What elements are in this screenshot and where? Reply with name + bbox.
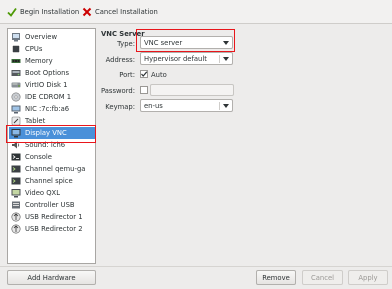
sidebar-item-memory[interactable]: Memory bbox=[9, 55, 95, 67]
combo-separator bbox=[219, 102, 220, 110]
sound-icon bbox=[12, 141, 20, 149]
video-icon bbox=[11, 189, 21, 198]
combo-separator bbox=[219, 55, 220, 63]
sidebar-item-label: Display VNC bbox=[25, 129, 67, 137]
sidebar-item-console[interactable]: Console bbox=[9, 151, 95, 163]
chevron-down-icon bbox=[223, 41, 229, 45]
sidebar-item-ide-cdrom[interactable]: IDE CDROM 1 bbox=[9, 91, 95, 103]
cancel-installation-button[interactable]: Cancel Installation bbox=[82, 5, 158, 19]
footer-divider bbox=[0, 266, 392, 267]
remove-button[interactable]: Remove bbox=[256, 270, 296, 285]
type-combo[interactable]: VNC server bbox=[140, 36, 233, 49]
channel-icon bbox=[11, 165, 21, 173]
keymap-combo[interactable]: en-us bbox=[140, 99, 233, 112]
sidebar-item-label: Overview bbox=[25, 33, 57, 41]
cancel-label: Cancel bbox=[310, 273, 335, 282]
sidebar-item-label: CPUs bbox=[25, 45, 43, 53]
type-label: Type: bbox=[117, 40, 135, 48]
sidebar-item-label: Boot Options bbox=[25, 69, 70, 77]
sidebar-item-label: NIC :7c:fb:a6 bbox=[25, 105, 70, 113]
password-input[interactable] bbox=[150, 84, 234, 96]
cpu-icon bbox=[12, 45, 20, 53]
sidebar-item-usb-redirector-1[interactable]: USB Redirector 1 bbox=[9, 211, 95, 223]
address-label: Address: bbox=[105, 56, 135, 64]
keymap-label: Keymap: bbox=[105, 103, 135, 111]
begin-installation-label: Begin Installation bbox=[20, 8, 80, 16]
section-title: VNC Server bbox=[101, 30, 145, 38]
tablet-icon bbox=[11, 116, 21, 126]
password-label: Password: bbox=[100, 87, 135, 95]
port-auto-label: Auto bbox=[151, 71, 167, 79]
sidebar-item-controller-usb[interactable]: Controller USB bbox=[9, 199, 95, 211]
disk-icon bbox=[11, 82, 21, 88]
sidebar-item-label: Channel qemu-ga bbox=[25, 165, 86, 173]
hardware-list[interactable]: Overview CPUs Memory Boot Options VirtIO… bbox=[7, 28, 96, 264]
sidebar-item-boot-options[interactable]: Boot Options bbox=[9, 67, 95, 79]
overview-icon bbox=[12, 33, 20, 42]
sidebar-item-channel-spice[interactable]: Channel spice bbox=[9, 175, 95, 187]
apply-button[interactable]: Apply bbox=[348, 270, 388, 285]
chevron-down-icon bbox=[223, 104, 229, 108]
address-combo-value: Hypervisor default bbox=[144, 54, 207, 63]
sidebar-item-tablet[interactable]: Tablet bbox=[9, 115, 95, 127]
usb-redirector-icon bbox=[11, 212, 21, 222]
toolbar: Begin Installation Cancel Installation bbox=[0, 0, 392, 24]
sidebar-item-label: VirtIO Disk 1 bbox=[25, 81, 68, 89]
sidebar-item-label: USB Redirector 2 bbox=[25, 225, 83, 233]
port-auto-checkbox[interactable] bbox=[140, 70, 148, 78]
nic-icon bbox=[11, 105, 21, 114]
sidebar-item-video-qxl[interactable]: Video QXL bbox=[9, 187, 95, 199]
sidebar-item-label: Console bbox=[25, 153, 52, 161]
cdrom-icon bbox=[11, 92, 21, 102]
sidebar-item-nic[interactable]: NIC :7c:fb:a6 bbox=[9, 103, 95, 115]
address-combo[interactable]: Hypervisor default bbox=[140, 52, 233, 65]
console-icon bbox=[11, 153, 21, 161]
sidebar-item-label: Channel spice bbox=[25, 177, 73, 185]
sidebar-item-label: USB Redirector 1 bbox=[25, 213, 83, 221]
sidebar-item-label: Memory bbox=[25, 57, 53, 65]
type-combo-value: VNC server bbox=[144, 38, 183, 47]
sidebar-item-virtio-disk[interactable]: VirtIO Disk 1 bbox=[9, 79, 95, 91]
channel-icon bbox=[11, 177, 21, 185]
cancel-installation-label: Cancel Installation bbox=[95, 8, 158, 16]
remove-label: Remove bbox=[262, 273, 290, 282]
add-hardware-button[interactable]: Add Hardware bbox=[7, 270, 96, 285]
sidebar-item-label: Controller USB bbox=[25, 201, 75, 209]
sidebar-item-label: Video QXL bbox=[25, 189, 60, 197]
sidebar-item-display-vnc[interactable]: Display VNC bbox=[9, 127, 95, 139]
sidebar-item-usb-redirector-2[interactable]: USB Redirector 2 bbox=[9, 223, 95, 235]
sidebar-item-label: IDE CDROM 1 bbox=[25, 93, 72, 101]
controller-icon bbox=[12, 201, 20, 209]
sidebar-item-label: Tablet bbox=[25, 117, 46, 125]
usb-redirector-icon bbox=[11, 224, 21, 234]
checkmark-icon bbox=[141, 71, 148, 77]
apply-label: Apply bbox=[358, 273, 378, 282]
add-hardware-label: Add Hardware bbox=[27, 273, 76, 282]
begin-installation-button[interactable]: Begin Installation bbox=[7, 5, 79, 19]
keymap-combo-value: en-us bbox=[144, 101, 163, 110]
password-checkbox[interactable] bbox=[140, 86, 148, 94]
sidebar-item-sound[interactable]: Sound: ich6 bbox=[9, 139, 95, 151]
cancel-x-icon bbox=[82, 7, 92, 17]
display-icon bbox=[11, 129, 21, 138]
sidebar-item-cpus[interactable]: CPUs bbox=[9, 43, 95, 55]
sidebar-item-overview[interactable]: Overview bbox=[9, 31, 95, 43]
sidebar-item-label: Sound: ich6 bbox=[25, 141, 66, 149]
port-label: Port: bbox=[119, 71, 135, 79]
boot-options-icon bbox=[11, 70, 21, 76]
chevron-down-icon bbox=[223, 57, 229, 61]
cancel-button[interactable]: Cancel bbox=[302, 270, 343, 285]
memory-icon bbox=[11, 59, 21, 63]
sidebar-item-channel-qemu-ga[interactable]: Channel qemu-ga bbox=[9, 163, 95, 175]
checkmark-icon bbox=[7, 7, 17, 17]
